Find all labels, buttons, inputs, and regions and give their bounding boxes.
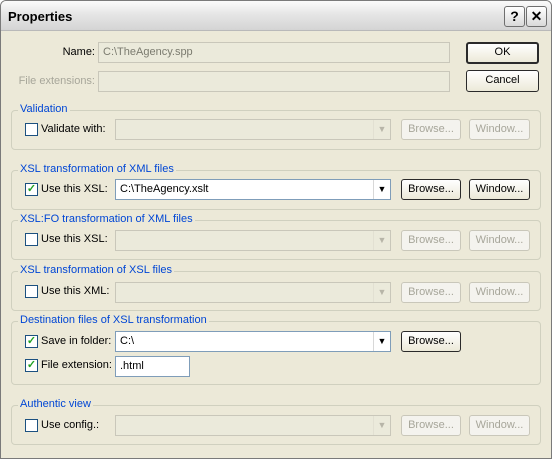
file-extensions-label: File extensions: <box>18 75 95 87</box>
xslfo-window-button: Window... <box>469 230 530 251</box>
name-label: Name: <box>62 46 95 58</box>
close-button[interactable]: ✕ <box>526 6 547 27</box>
xslfo-browse-button: Browse... <box>401 230 461 251</box>
use-config-label: Use config.: <box>41 419 100 431</box>
cancel-button[interactable]: Cancel <box>466 70 539 92</box>
chevron-down-icon[interactable]: ▼ <box>373 332 390 351</box>
xslfo-group-title: XSL:FO transformation of XML files <box>18 213 195 225</box>
use-xml-checkbox[interactable] <box>25 285 38 298</box>
file-extensions-field <box>98 71 450 92</box>
use-xsl-combo[interactable]: C:\TheAgency.xslt ▼ <box>115 179 391 200</box>
window-title: Properties <box>8 9 73 24</box>
validate-with-label: Validate with: <box>41 123 106 135</box>
xsl-xml-window-button[interactable]: Window... <box>469 179 530 200</box>
ok-button[interactable]: OK <box>466 42 539 64</box>
validation-group-title: Validation <box>18 103 70 115</box>
validation-browse-button: Browse... <box>401 119 461 140</box>
use-xml-combo: ▼ <box>115 282 391 303</box>
xsl-xsl-browse-button: Browse... <box>401 282 461 303</box>
xsl-xsl-group-title: XSL transformation of XSL files <box>18 264 175 276</box>
save-in-folder-combo[interactable]: C:\ ▼ <box>115 331 391 352</box>
use-xsl-value: C:\TheAgency.xslt <box>120 183 209 195</box>
destination-browse-button[interactable]: Browse... <box>401 331 461 352</box>
use-xsl-label: Use this XSL: <box>41 183 108 195</box>
save-in-folder-label: Save in folder: <box>41 335 112 347</box>
authentic-browse-button: Browse... <box>401 415 461 436</box>
save-in-folder-value: C:\ <box>120 335 135 347</box>
chevron-down-icon: ▼ <box>373 416 390 435</box>
help-button[interactable]: ? <box>504 6 525 27</box>
name-field: C:\TheAgency.spp <box>98 42 450 63</box>
file-extension-label: File extension: <box>41 359 112 371</box>
use-xslfo-checkbox[interactable] <box>25 233 38 246</box>
properties-dialog: Properties ? ✕ Name: C:\TheAgency.spp Fi… <box>0 0 552 459</box>
validate-with-combo: ▼ <box>115 119 391 140</box>
use-config-combo: ▼ <box>115 415 391 436</box>
file-extension-input[interactable]: .html <box>115 356 190 377</box>
save-in-folder-checkbox[interactable]: ✓ <box>25 335 38 348</box>
use-xslfo-label: Use this XSL: <box>41 233 108 245</box>
xsl-xml-browse-button[interactable]: Browse... <box>401 179 461 200</box>
use-xml-label: Use this XML: <box>41 285 110 297</box>
chevron-down-icon[interactable]: ▼ <box>373 180 390 199</box>
chevron-down-icon: ▼ <box>373 231 390 250</box>
validation-window-button: Window... <box>469 119 530 140</box>
chevron-down-icon: ▼ <box>373 120 390 139</box>
use-xsl-checkbox[interactable]: ✓ <box>25 183 38 196</box>
authentic-window-button: Window... <box>469 415 530 436</box>
use-xslfo-combo: ▼ <box>115 230 391 251</box>
xsl-xsl-window-button: Window... <box>469 282 530 303</box>
file-extension-checkbox[interactable]: ✓ <box>25 359 38 372</box>
authentic-group-title: Authentic view <box>18 398 93 410</box>
validate-with-checkbox[interactable] <box>25 123 38 136</box>
xsl-xml-group-title: XSL transformation of XML files <box>18 163 176 175</box>
use-config-checkbox[interactable] <box>25 419 38 432</box>
chevron-down-icon: ▼ <box>373 283 390 302</box>
title-bar[interactable]: Properties ? ✕ <box>1 1 551 31</box>
destination-group-title: Destination files of XSL transformation <box>18 314 209 326</box>
